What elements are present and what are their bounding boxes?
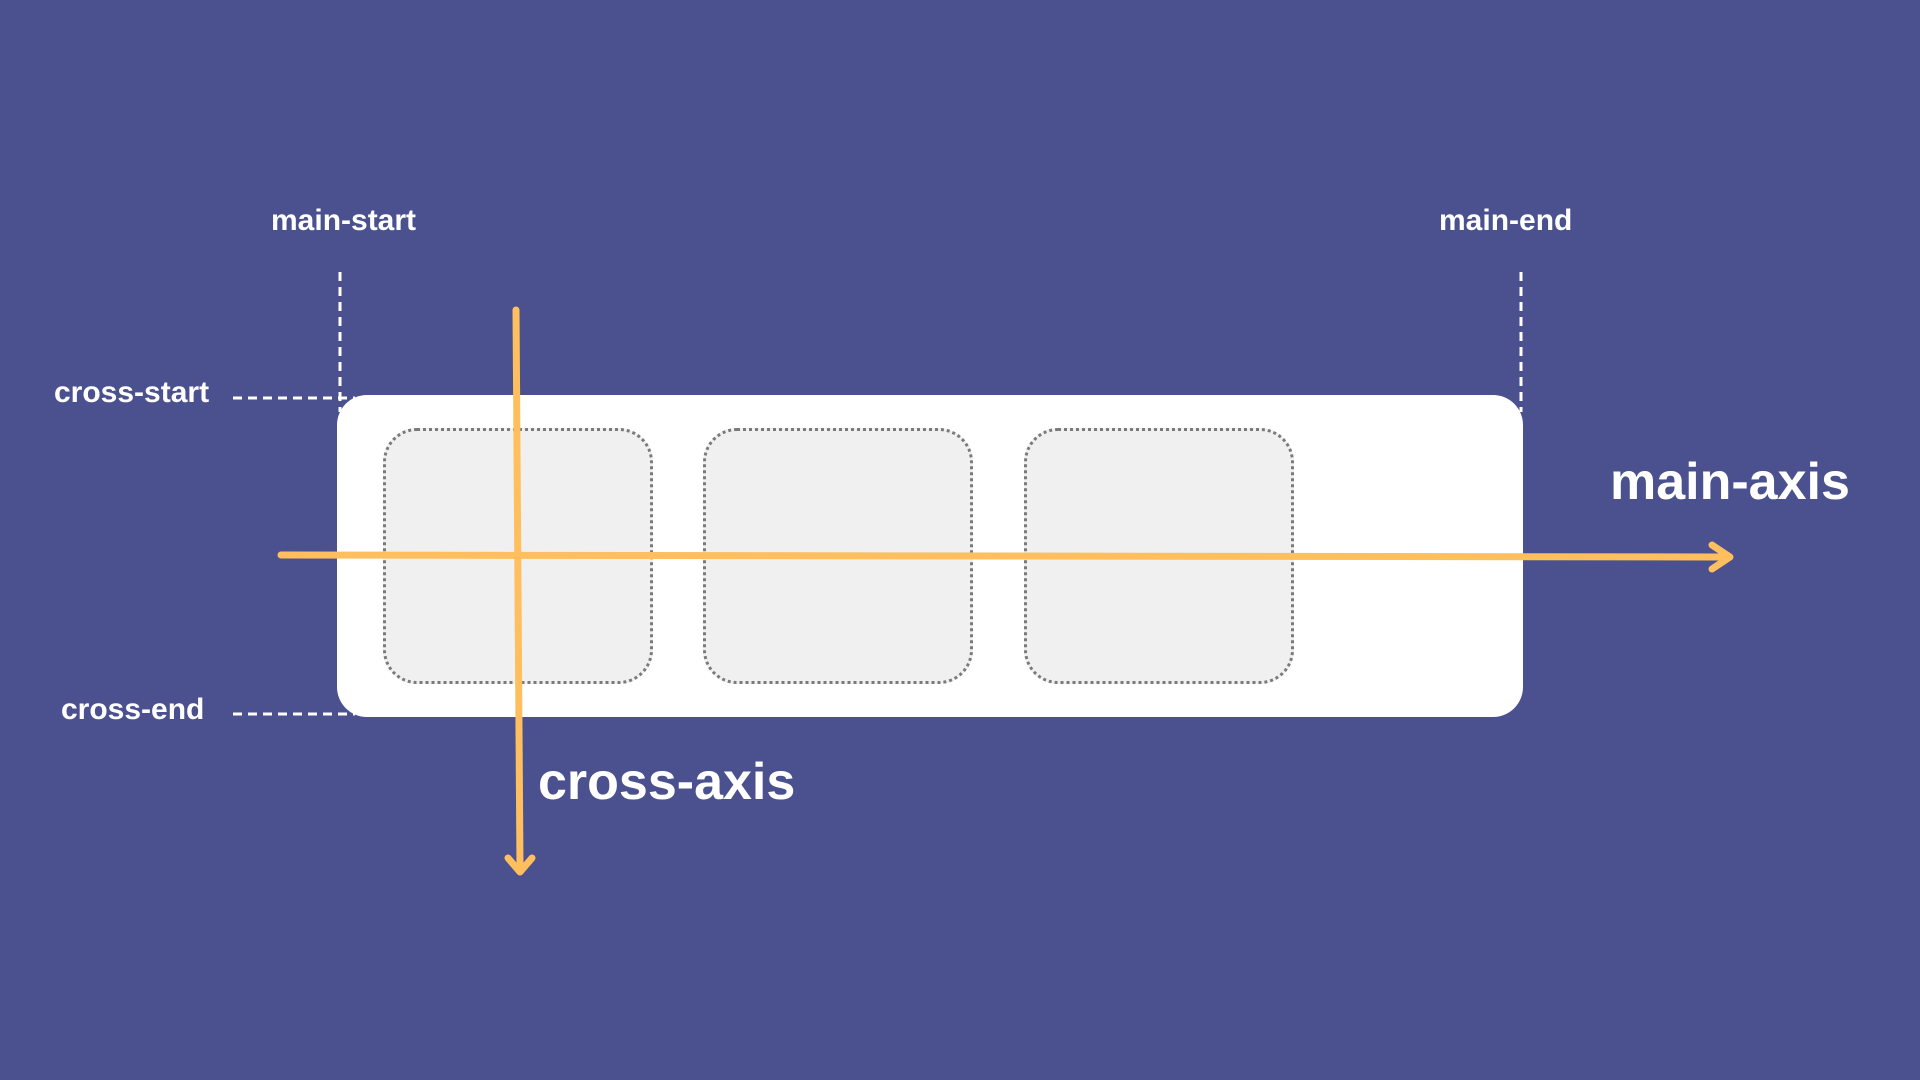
main-axis-label: main-axis	[1610, 453, 1850, 511]
main-axis-line	[277, 551, 1726, 561]
cross-axis-line	[512, 306, 524, 872]
flexbox-axes-diagram: main-start main-end cross-start cross-en…	[0, 0, 1920, 1080]
cross-axis-label: cross-axis	[538, 753, 796, 811]
axes-overlay	[233, 272, 1734, 876]
